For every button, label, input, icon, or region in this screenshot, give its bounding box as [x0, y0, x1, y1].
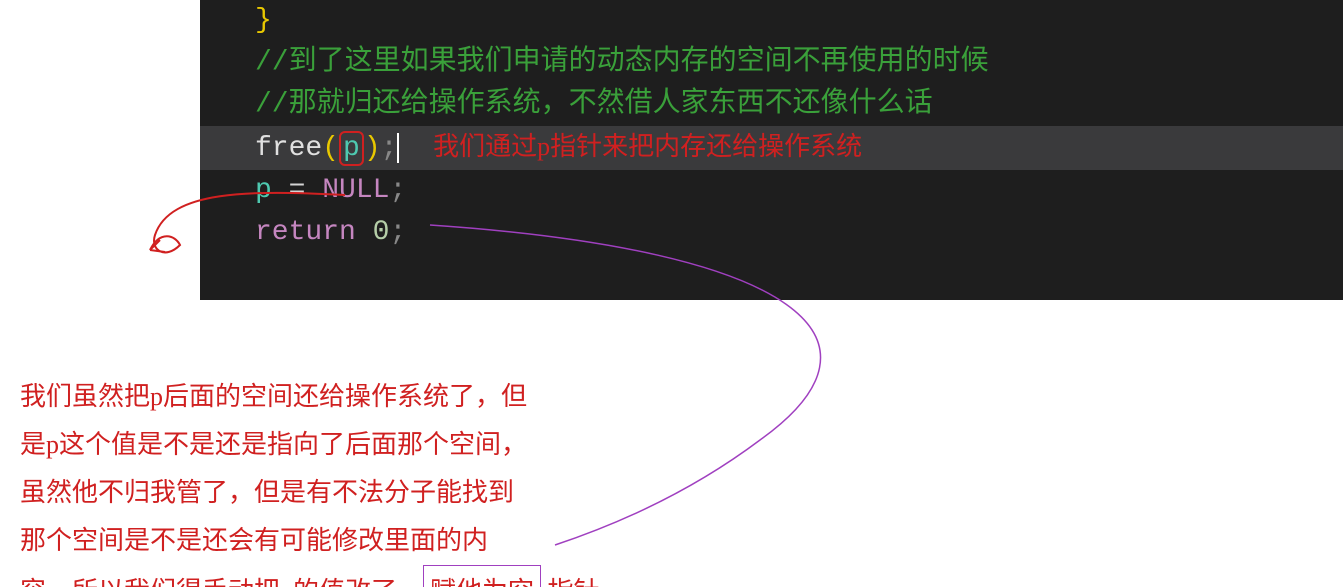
return-value: 0 [356, 217, 390, 248]
null-keyword: NULL [322, 175, 389, 206]
free-call: free [255, 133, 322, 164]
comment-text: //那就归还给操作系统，不然借人家东西不还像什么话 [255, 89, 933, 120]
code-line-null: p = NULL; [200, 170, 1343, 212]
return-keyword: return [255, 217, 356, 248]
red-arrow-head [150, 240, 165, 252]
explain-line5-suffix: 指针 [541, 577, 600, 587]
semicolon: ; [389, 217, 406, 248]
close-paren: ) [364, 133, 381, 164]
code-line-free: free(p); 我们通过p指针来把内存还给操作系统 [200, 126, 1343, 170]
explain-line1: 我们虽然把p后面的空间还给操作系统了，但 [20, 382, 527, 411]
code-line-brace: } [200, 0, 1343, 42]
comment-text: //到了这里如果我们申请的动态内存的空间不再使用的时候 [255, 47, 989, 78]
code-line-return: return 0; [200, 212, 1343, 254]
semicolon: ; [381, 133, 398, 164]
assign-op: = [272, 175, 322, 206]
open-paren: ( [322, 133, 339, 164]
closing-brace: } [255, 5, 272, 36]
text-cursor [397, 133, 399, 163]
code-line-comment2: //那就归还给操作系统，不然借人家东西不还像什么话 [200, 84, 1343, 126]
explanation-paragraph: 我们虽然把p后面的空间还给操作系统了，但 是p这个值是不是还是指向了后面那个空间… [20, 325, 600, 587]
pointer-p: p [255, 175, 272, 206]
explain-line5-prefix: 容，所以我们得手动把p的值改了， [20, 577, 423, 587]
code-line-comment1: //到了这里如果我们申请的动态内存的空间不再使用的时候 [200, 42, 1343, 84]
code-editor: } //到了这里如果我们申请的动态内存的空间不再使用的时候 //那就归还给操作系… [200, 0, 1343, 300]
explain-line3: 虽然他不归我管了，但是有不法分子能找到 [20, 478, 514, 507]
pointer-p-boxed: p [339, 131, 364, 166]
explain-line2: 是p这个值是不是还是指向了后面那个空间， [20, 430, 527, 459]
inline-annotation: 我们通过p指针来把内存还给操作系统 [433, 132, 862, 161]
semicolon: ; [389, 175, 406, 206]
explain-line4: 那个空间是不是还会有可能修改里面的内 [20, 526, 488, 555]
boxed-phrase: 赋他为空 [423, 565, 541, 587]
